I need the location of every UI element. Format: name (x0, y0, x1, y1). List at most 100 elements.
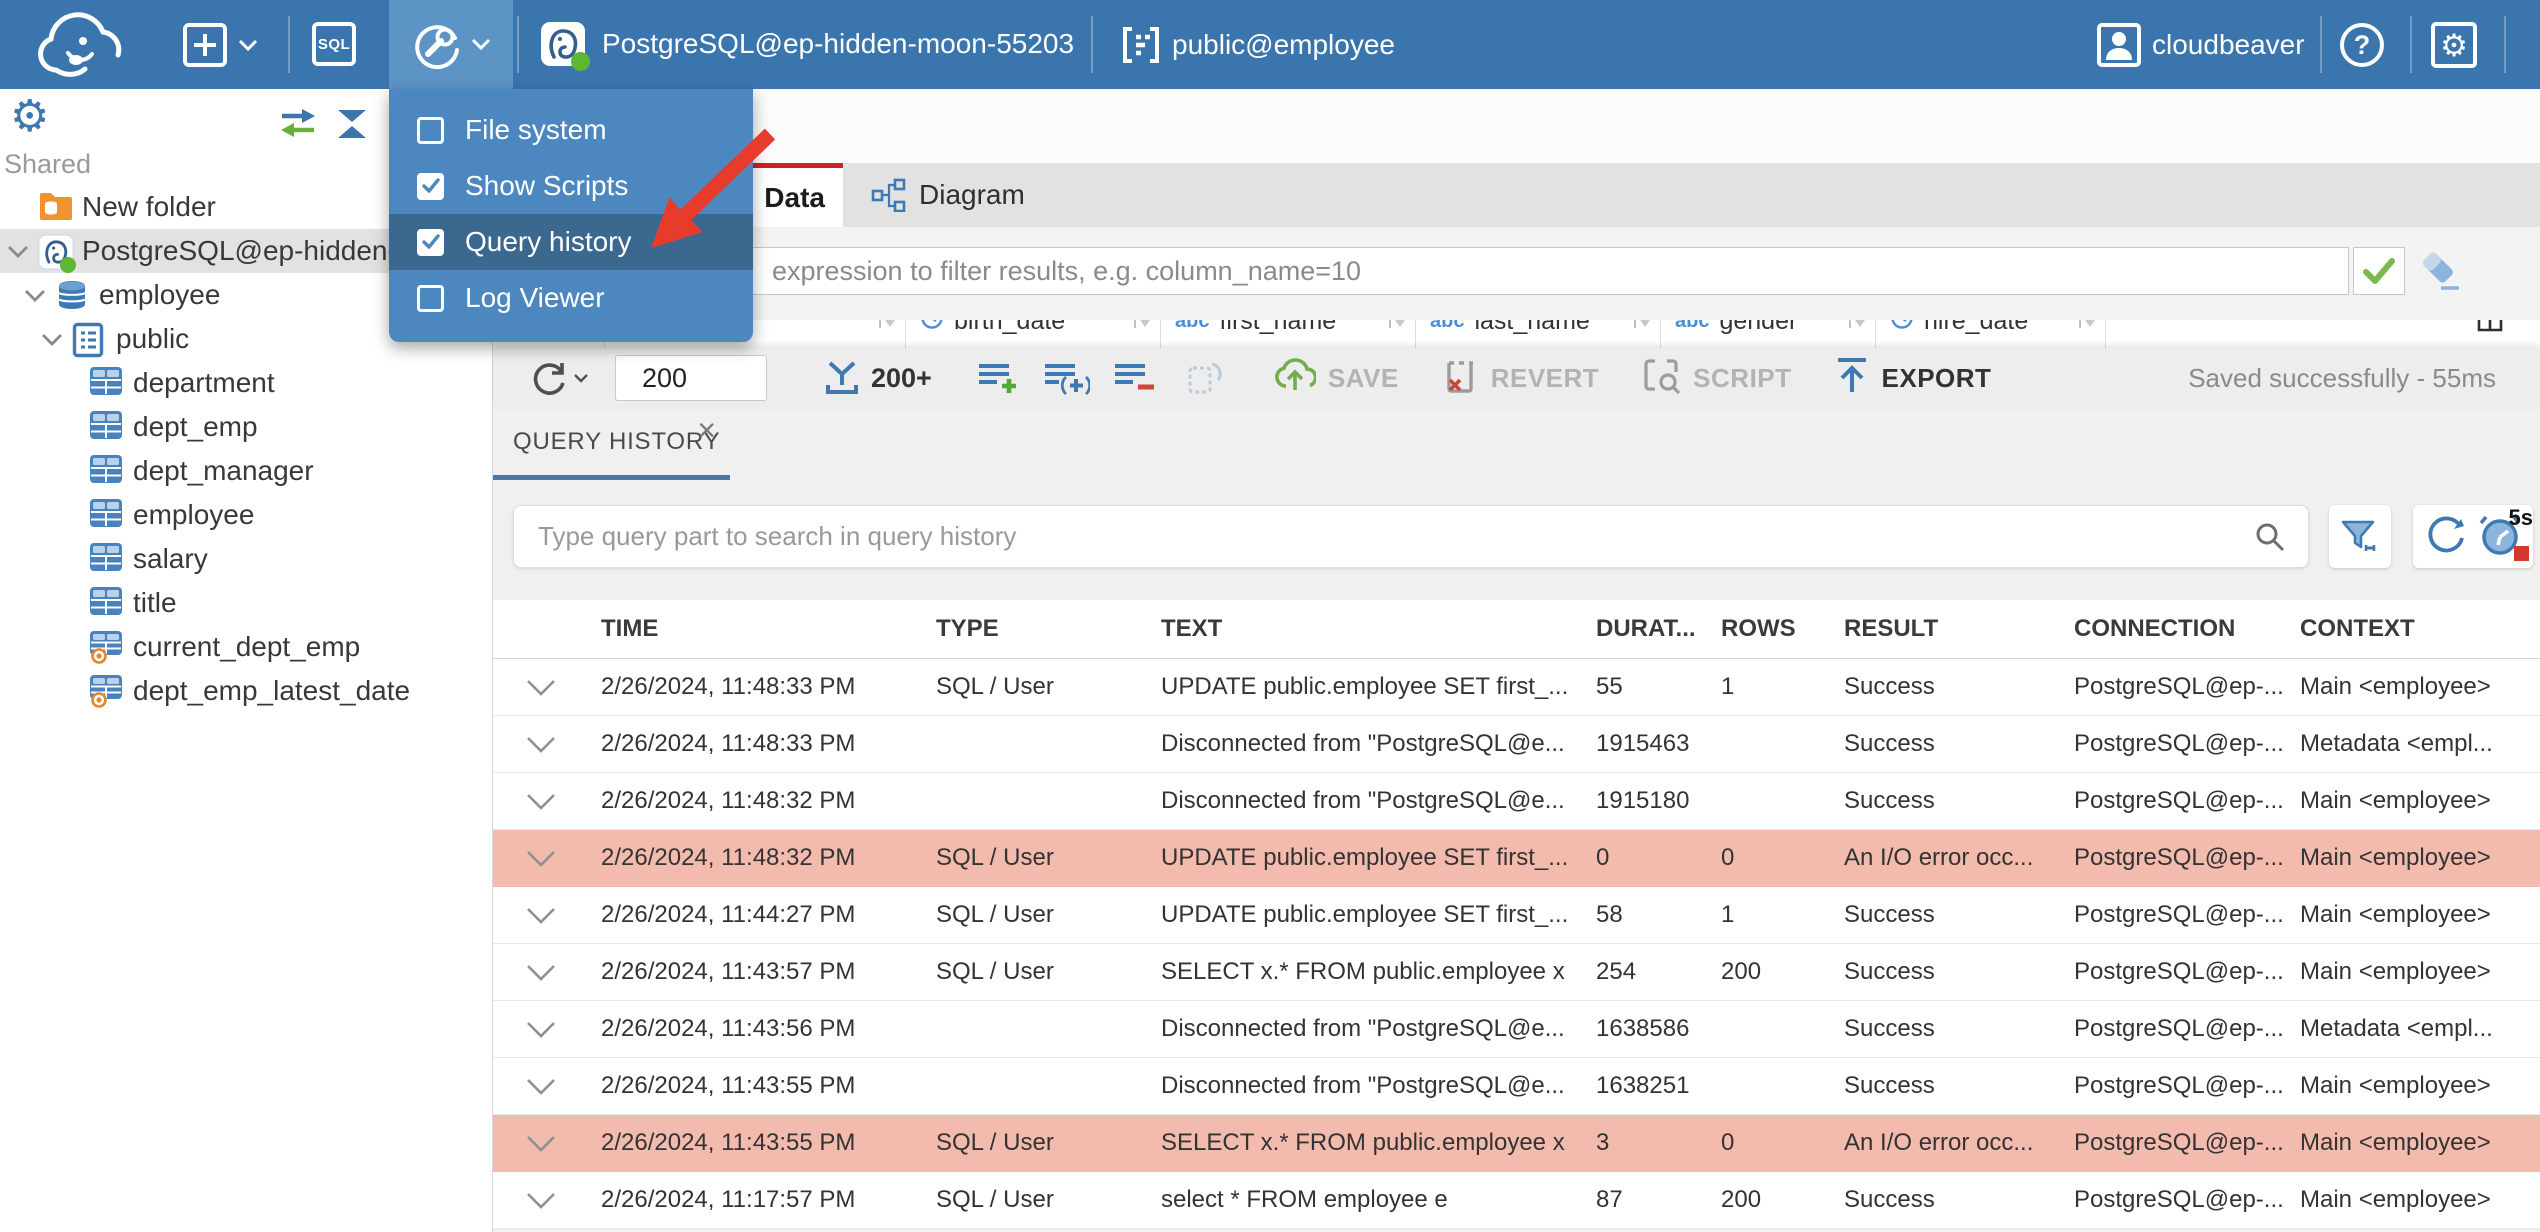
chevron-down-icon[interactable] (6, 244, 30, 264)
checkbox-icon[interactable] (417, 284, 444, 312)
query-history-row[interactable]: 2/26/2024, 11:43:55 PM Disconnected from … (493, 1058, 2540, 1115)
menu-item-query-history[interactable]: Query history (389, 214, 753, 270)
tree-item-salary[interactable]: salary (0, 537, 492, 581)
sort-icon[interactable] (1132, 320, 1160, 336)
chevron-down-icon[interactable] (525, 1135, 557, 1157)
grid-column-header[interactable]: abc gender (1661, 320, 1876, 348)
query-history-search-input[interactable] (513, 505, 2309, 568)
chevron-down-icon[interactable] (525, 907, 557, 929)
filter-expression-input[interactable] (513, 247, 2349, 295)
tab-diagram[interactable]: Diagram (845, 163, 1051, 227)
chevron-down-icon[interactable] (525, 1021, 557, 1043)
sort-icon[interactable] (877, 320, 905, 336)
row-limit-input[interactable] (615, 355, 767, 401)
tree-item-department[interactable]: department (0, 361, 492, 405)
column-header-time[interactable]: TIME (601, 600, 921, 658)
connection-selector[interactable]: PostgreSQL@ep-hidden-moon-55203 (540, 21, 1074, 71)
checkbox-icon[interactable] (417, 172, 444, 200)
columns-icon[interactable] (2476, 320, 2504, 339)
chevron-down-icon[interactable] (525, 850, 557, 872)
tree-item-dept-emp[interactable]: dept_emp (0, 405, 492, 449)
new-connection-button[interactable] (182, 22, 258, 68)
query-history-row[interactable]: 2/26/2024, 11:43:55 PM SQL / User SELECT x… (493, 1115, 2540, 1172)
refresh-button[interactable] (529, 358, 589, 398)
tree-item-label: employee (99, 279, 221, 310)
grid-column-header[interactable]: abc last_name (1416, 320, 1661, 348)
delete-row-button[interactable] (1112, 358, 1156, 398)
sort-icon[interactable] (2077, 320, 2105, 336)
query-history-row[interactable]: 2/26/2024, 11:43:57 PM SQL / User SELECT x… (493, 944, 2540, 1001)
column-header-context[interactable]: CONTEXT (2300, 600, 2535, 658)
apply-filter-button[interactable] (2353, 247, 2405, 295)
menu-item-show-scripts[interactable]: Show Scripts (389, 158, 753, 214)
revert-button[interactable]: REVERT (1441, 355, 1599, 402)
column-header-type[interactable]: TYPE (936, 600, 1151, 658)
close-icon[interactable]: × (697, 414, 716, 446)
duplicate-row-button[interactable] (1182, 358, 1222, 398)
cell-result: Success (1844, 730, 1935, 757)
script-button[interactable]: SCRIPT (1641, 355, 1791, 402)
menu-item-label: File system (465, 114, 607, 145)
query-history-row[interactable]: 2/26/2024, 11:48:32 PM SQL / User UPDATE p… (493, 830, 2540, 887)
result-toolbar: 200+ SAVEREVER (493, 348, 2540, 408)
query-history-row[interactable]: 2/26/2024, 11:48:33 PM Disconnected from … (493, 716, 2540, 773)
connection-status-dot (60, 257, 76, 273)
save-button[interactable]: SAVE (1274, 356, 1399, 401)
column-header-durat[interactable]: DURAT... (1596, 600, 1711, 658)
sync-connection-button[interactable] (278, 107, 318, 144)
cell-rows (1721, 716, 1834, 772)
query-history-row[interactable]: 2/26/2024, 11:43:56 PM Disconnected from … (493, 1001, 2540, 1058)
column-header-result[interactable]: RESULT (1844, 600, 2064, 658)
query-history-row[interactable]: 2/26/2024, 11:48:32 PM Disconnected from … (493, 773, 2540, 830)
query-history-row[interactable]: 2/26/2024, 11:17:57 PM SQL / User select *… (493, 1172, 2540, 1229)
column-name: gender (1719, 320, 1798, 335)
tree-item-dept-manager[interactable]: dept_manager (0, 449, 492, 493)
chevron-down-icon[interactable] (525, 1078, 557, 1100)
grid-column-header[interactable]: hire_date (1876, 320, 2106, 348)
tools-menu-button[interactable] (389, 0, 513, 89)
menu-item-log-viewer[interactable]: Log Viewer (389, 270, 753, 326)
column-name: first_name (1219, 320, 1337, 335)
query-history-row[interactable]: 2/26/2024, 11:44:27 PM SQL / User UPDATE p… (493, 887, 2540, 944)
schema-selector[interactable]: public@employee (1120, 24, 1395, 66)
chevron-down-icon[interactable] (23, 288, 47, 308)
auto-refresh-button[interactable]: 5s (2477, 505, 2533, 565)
user-menu[interactable]: cloudbeaver (2096, 22, 2305, 68)
tree-item-dept-emp-latest-date[interactable]: dept_emp_latest_date (0, 669, 492, 713)
add-row-button[interactable] (976, 358, 1020, 398)
sort-icon[interactable] (1387, 320, 1415, 336)
help-button[interactable]: ? (2338, 21, 2386, 69)
fetch-more-button[interactable]: 200+ (823, 360, 932, 396)
checkbox-icon[interactable] (417, 116, 444, 144)
history-refresh-button[interactable] (2423, 511, 2469, 562)
column-header-rows[interactable]: ROWS (1721, 600, 1834, 658)
tab-query-history[interactable]: QUERY HISTORY × (493, 408, 730, 480)
sort-icon[interactable] (1632, 320, 1660, 336)
checkbox-icon[interactable] (417, 228, 444, 256)
sidebar-settings-button[interactable]: ⚙ (10, 95, 49, 139)
tree-item-current-dept-emp[interactable]: current_dept_emp (0, 625, 492, 669)
sql-editor-button[interactable]: SQL (312, 22, 356, 66)
grid-column-header[interactable]: abc first_name (1161, 320, 1416, 348)
settings-button[interactable]: ⚙ (2430, 21, 2478, 69)
history-filter-button[interactable] (2329, 505, 2391, 568)
grid-column-header[interactable]: birth_date (906, 320, 1161, 348)
chevron-down-icon[interactable] (525, 1192, 557, 1214)
sort-icon[interactable] (1847, 320, 1875, 336)
chevron-down-icon[interactable] (525, 679, 557, 701)
column-header-text[interactable]: TEXT (1161, 600, 1586, 658)
add-multiple-rows-button[interactable] (1042, 358, 1090, 398)
query-history-row[interactable]: 2/26/2024, 11:48:33 PM SQL / User UPDATE p… (493, 659, 2540, 716)
chevron-down-icon[interactable] (525, 964, 557, 986)
chevron-down-icon[interactable] (525, 793, 557, 815)
collapse-all-button[interactable] (334, 107, 370, 146)
tree-item-title[interactable]: title (0, 581, 492, 625)
menu-item-file-system[interactable]: File system (389, 102, 753, 158)
export-button[interactable]: EXPORT (1834, 355, 1992, 402)
chevron-down-icon[interactable] (525, 736, 557, 758)
cloudbeaver-logo[interactable] (26, 9, 130, 79)
clear-filter-button[interactable] (2419, 251, 2465, 298)
tree-item-employee[interactable]: employee (0, 493, 492, 537)
column-header-connection[interactable]: CONNECTION (2074, 600, 2290, 658)
chevron-down-icon[interactable] (40, 332, 64, 352)
